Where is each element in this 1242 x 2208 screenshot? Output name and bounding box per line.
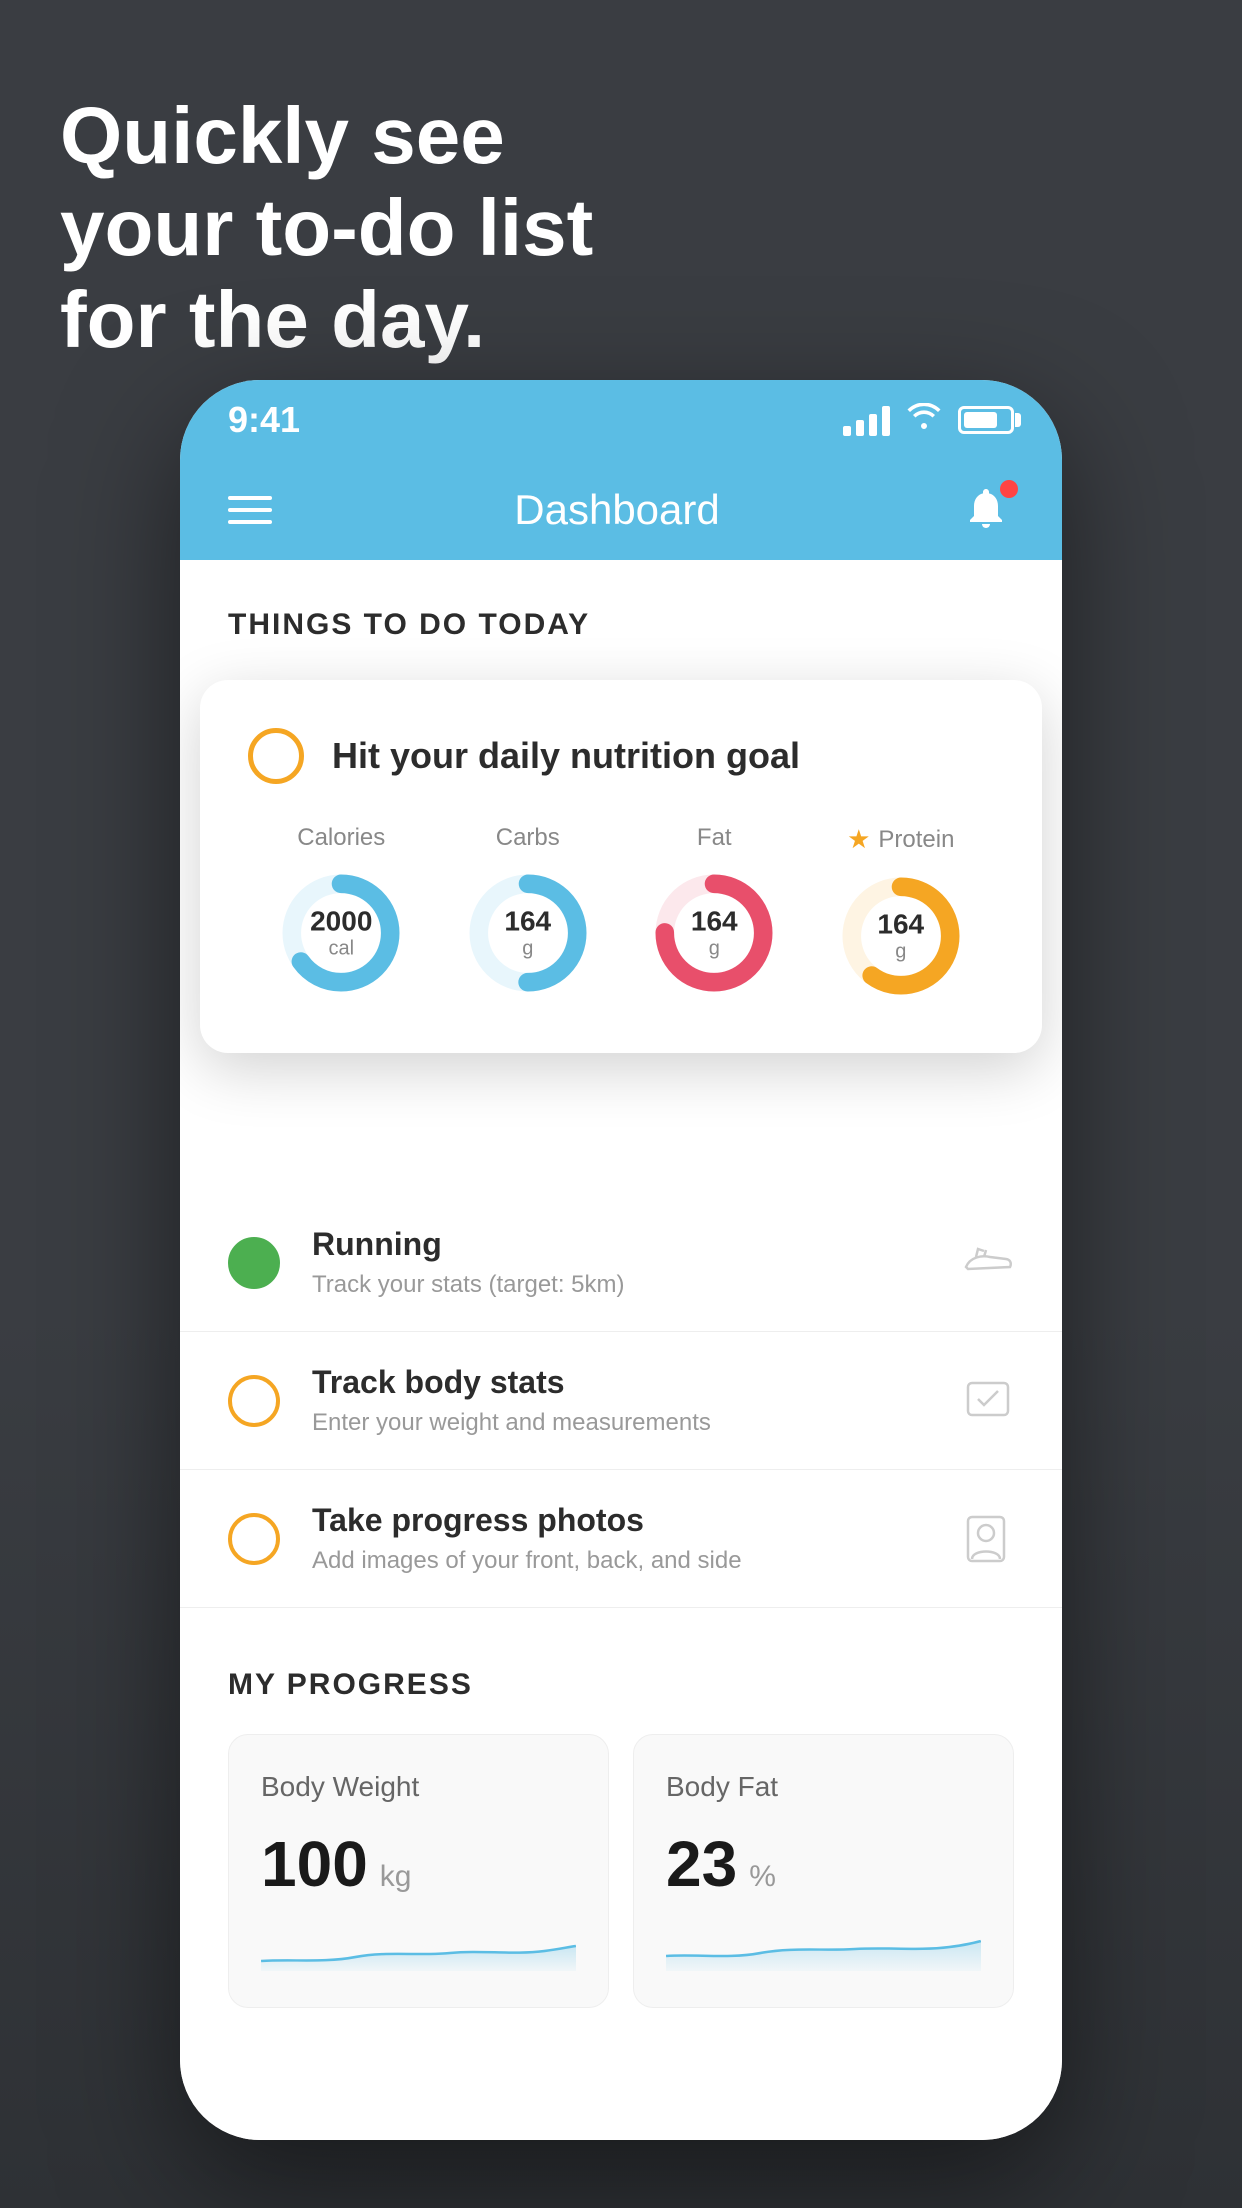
headline: Quickly see your to-do list for the day. [60,90,593,366]
todo-subtitle-running: Track your stats (target: 5km) [312,1271,930,1299]
protein-value: 164 [877,909,924,941]
wifi-icon [906,402,942,439]
status-bar: 9:41 [180,380,1062,460]
calories-unit: cal [310,938,372,961]
todo-text-running: Running Track your stats (target: 5km) [312,1226,930,1299]
body-weight-chart [261,1921,576,1971]
todo-circle-running [228,1237,280,1289]
nav-title: Dashboard [514,486,719,534]
body-fat-value-row: 23 % [666,1827,981,1901]
body-fat-chart [666,1921,981,1971]
fat-value: 164 [691,906,738,938]
nutrition-fat: Fat 164 g [649,824,779,998]
body-fat-value: 23 [666,1827,737,1901]
todo-title-running: Running [312,1226,930,1263]
notification-dot [1000,480,1018,498]
fat-donut: 164 g [649,868,779,998]
body-weight-value: 100 [261,1827,368,1901]
carbs-unit: g [504,938,551,961]
headline-line1: Quickly see [60,90,593,182]
carbs-donut: 164 g [463,868,593,998]
status-time: 9:41 [228,399,300,441]
nav-bar: Dashboard [180,460,1062,560]
protein-label: ★ Protein [847,824,954,855]
protein-unit: g [877,941,924,964]
hamburger-line [228,508,272,512]
section-heading: THINGS TO DO TODAY [180,560,1062,674]
todo-running[interactable]: Running Track your stats (target: 5km) [180,1194,1062,1332]
status-icons [843,402,1014,439]
fat-label: Fat [697,824,732,852]
signal-icon [843,404,890,436]
fat-unit: g [691,938,738,961]
todo-circle-photos [228,1513,280,1565]
nutrition-circles: Calories 2000 cal Carbs [248,824,994,1001]
headline-line2: your to-do list [60,182,593,274]
todo-title-photos: Take progress photos [312,1502,930,1539]
scale-icon [962,1375,1014,1427]
hamburger-line [228,520,272,524]
nutrition-card: Hit your daily nutrition goal Calories 2… [200,680,1042,1053]
hamburger-menu[interactable] [228,496,272,524]
content-area: THINGS TO DO TODAY Hit your daily nutrit… [180,560,1062,2140]
todo-circle-body-stats [228,1375,280,1427]
progress-heading: MY PROGRESS [228,1668,1014,1702]
battery-icon [958,406,1014,434]
body-weight-unit: kg [380,1860,412,1894]
body-fat-card: Body Fat 23 % [633,1734,1014,2008]
todo-title-body-stats: Track body stats [312,1364,930,1401]
calories-label: Calories [297,824,385,852]
todo-body-stats[interactable]: Track body stats Enter your weight and m… [180,1332,1062,1470]
card-title: Hit your daily nutrition goal [332,735,800,777]
body-weight-title: Body Weight [261,1771,576,1803]
todo-list: Running Track your stats (target: 5km) T… [180,1194,1062,1608]
shoe-icon [962,1237,1014,1289]
calories-donut: 2000 cal [276,868,406,998]
todo-text-photos: Take progress photos Add images of your … [312,1502,930,1575]
nutrition-protein: ★ Protein 164 g [836,824,966,1001]
todo-subtitle-photos: Add images of your front, back, and side [312,1547,930,1575]
person-icon [962,1513,1014,1565]
todo-text-body-stats: Track body stats Enter your weight and m… [312,1364,930,1437]
body-weight-card: Body Weight 100 kg [228,1734,609,2008]
notification-bell-button[interactable] [962,484,1014,536]
todo-check-circle[interactable] [248,728,304,784]
todo-subtitle-body-stats: Enter your weight and measurements [312,1409,930,1437]
body-fat-title: Body Fat [666,1771,981,1803]
star-icon: ★ [847,824,870,855]
card-header: Hit your daily nutrition goal [248,728,994,784]
body-weight-value-row: 100 kg [261,1827,576,1901]
calories-value: 2000 [310,906,372,938]
phone-mockup: 9:41 Dashboard [180,380,1062,2140]
progress-section: MY PROGRESS Body Weight 100 kg [180,1608,1062,2008]
hamburger-line [228,496,272,500]
protein-donut: 164 g [836,871,966,1001]
nutrition-carbs: Carbs 164 g [463,824,593,998]
nutrition-calories: Calories 2000 cal [276,824,406,998]
progress-cards: Body Weight 100 kg [228,1734,1014,2008]
todo-photos[interactable]: Take progress photos Add images of your … [180,1470,1062,1608]
headline-line3: for the day. [60,274,593,366]
carbs-value: 164 [504,906,551,938]
body-fat-unit: % [749,1860,776,1894]
carbs-label: Carbs [496,824,560,852]
